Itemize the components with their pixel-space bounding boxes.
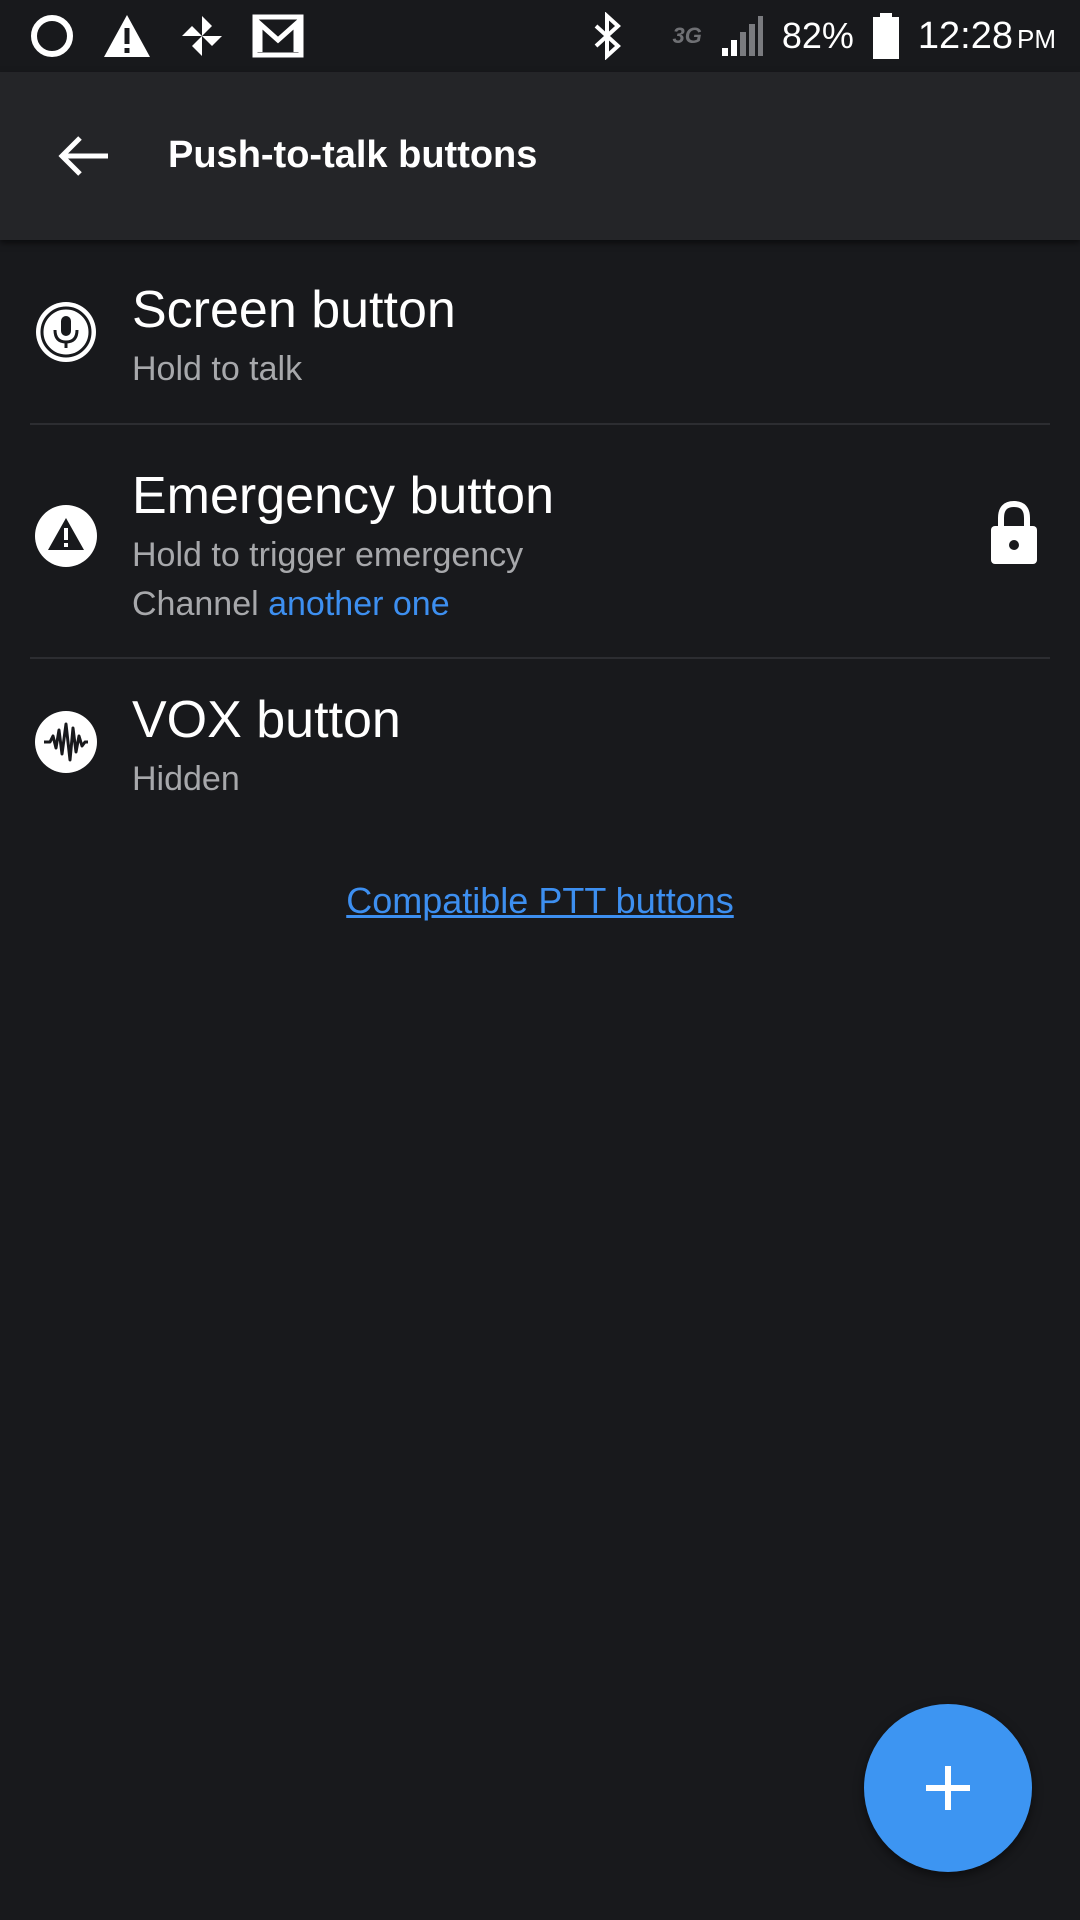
circle-icon <box>31 15 73 57</box>
channel-prefix: Channel <box>132 585 259 623</box>
status-bar-system: 3G 82% 12:28 PM <box>590 10 1056 62</box>
status-bar-notifications <box>28 10 304 62</box>
compatible-ptt-buttons-link[interactable]: Compatible PTT buttons <box>0 880 1080 922</box>
item-title: Screen button <box>132 281 456 339</box>
warning-icon <box>35 505 97 567</box>
item-subtitle: Hold to trigger emergency <box>132 536 524 574</box>
warning-icon <box>104 15 150 57</box>
plus-icon <box>926 1766 970 1810</box>
lock-icon <box>991 500 1037 564</box>
clock: 12:28 PM <box>918 15 1056 58</box>
app-bar: Push-to-talk buttons <box>0 72 1080 240</box>
item-title: VOX button <box>132 691 401 749</box>
list-item-vox-button[interactable]: VOX button Hidden <box>0 658 1080 838</box>
item-title: Emergency button <box>132 467 555 525</box>
clock-ampm: PM <box>1017 23 1056 54</box>
channel-name-link[interactable]: another one <box>268 585 450 623</box>
signal-icon <box>721 16 763 56</box>
clock-time: 12:28 <box>917 14 1013 57</box>
microphone-icon <box>36 302 96 362</box>
back-button[interactable] <box>44 116 124 196</box>
page-title: Push-to-talk buttons <box>168 134 538 176</box>
pinwheel-icon <box>182 16 222 56</box>
arrow-back-icon <box>58 136 108 176</box>
list-item-emergency-button[interactable]: Emergency button Hold to trigger emergen… <box>0 424 1080 659</box>
battery-icon <box>872 13 899 59</box>
item-channel-line: Channel another one <box>132 585 450 624</box>
list-item-screen-button[interactable]: Screen button Hold to talk <box>0 240 1080 425</box>
status-bar: 3G 82% 12:28 PM <box>0 0 1080 72</box>
network-type-label: 3G <box>672 23 702 48</box>
add-button[interactable] <box>864 1704 1032 1872</box>
gmail-icon <box>252 14 304 58</box>
item-subtitle: Hidden <box>132 760 240 798</box>
ptt-button-list: Screen button Hold to talk Emergency but… <box>0 240 1080 838</box>
bluetooth-icon <box>595 12 622 60</box>
item-subtitle: Hold to talk <box>132 350 303 388</box>
battery-percent: 82% <box>781 15 854 56</box>
waveform-icon <box>35 711 97 773</box>
